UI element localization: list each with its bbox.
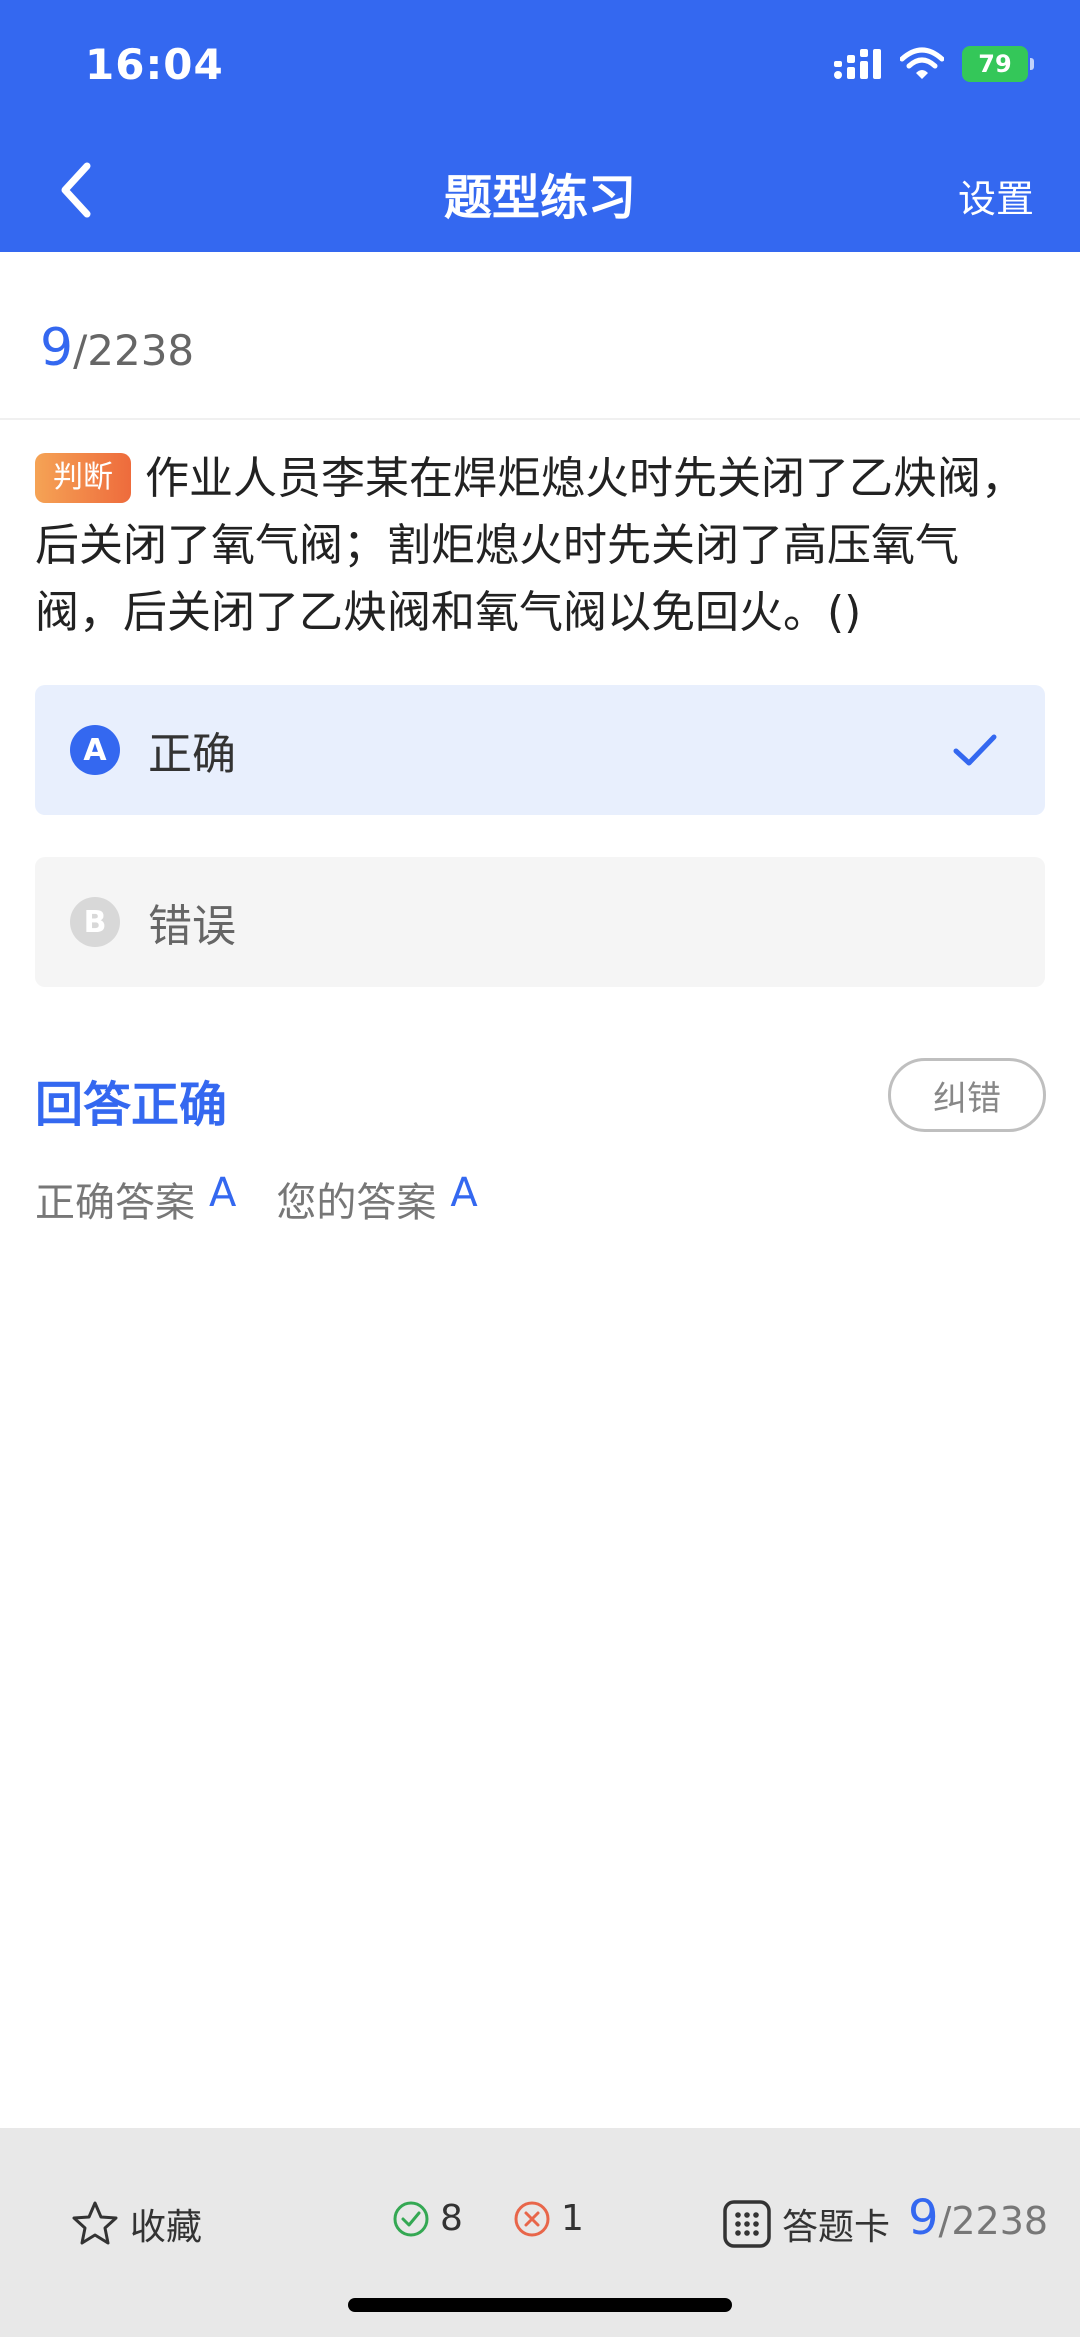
battery-icon: 79: [962, 46, 1034, 82]
wrong-count: 1: [513, 2198, 584, 2239]
bottom-progress: 9/2238: [908, 2190, 1048, 2246]
correct-answer-value: A: [209, 1170, 237, 1216]
wrong-count-value: 1: [561, 2198, 584, 2239]
divider: [0, 418, 1080, 420]
page-title: 题型练习: [443, 170, 636, 226]
battery-level: 79: [978, 50, 1012, 78]
status-icons: 79: [832, 46, 1034, 82]
option-a-letter: A: [70, 725, 120, 775]
status-time: 16:04: [85, 40, 224, 89]
option-a-text: 正确: [148, 729, 236, 780]
answer-card-label: 答题卡: [782, 2207, 891, 2248]
question: 判断 作业人员李某在焊炬熄火时先关闭了乙炔阀，后关闭了氧气阀；割炬熄火时先关闭了高…: [35, 445, 1045, 646]
correct-count-value: 8: [440, 2198, 463, 2239]
question-text: 作业人员李某在焊炬熄火时先关闭了乙炔阀，后关闭了氧气阀；割炬熄火时先关闭了高压氧…: [35, 453, 1025, 638]
option-b-letter: B: [70, 897, 120, 947]
star-icon: [72, 2201, 118, 2245]
progress-total: /2238: [73, 326, 195, 375]
correct-answer-label: 正确答案: [35, 1180, 195, 1226]
check-icon: [953, 734, 997, 766]
answer-card-button[interactable]: 答题卡: [722, 2198, 890, 2250]
option-b[interactable]: B 错误: [35, 857, 1045, 987]
favorite-button[interactable]: 收藏: [70, 2198, 202, 2250]
x-circle-icon: [514, 2201, 550, 2236]
report-error-button[interactable]: 纠错: [888, 1058, 1046, 1132]
favorite-label: 收藏: [130, 2207, 203, 2248]
option-b-text: 错误: [148, 901, 236, 952]
option-a[interactable]: A 正确: [35, 685, 1045, 815]
answer-summary: 正确答案 A 您的答案 A: [35, 1170, 518, 1228]
your-answer-value: A: [450, 1170, 478, 1216]
wifi-icon: [900, 47, 944, 79]
home-indicator: [348, 2298, 732, 2312]
question-type-badge: 判断: [35, 453, 131, 503]
your-answer-label: 您的答案: [276, 1180, 437, 1226]
bottom-progress-current: 9: [908, 2190, 939, 2246]
cellular-signal-icon: [834, 49, 881, 79]
grid-icon: [723, 2200, 771, 2248]
progress-current: 9: [40, 318, 74, 378]
correct-count: 8: [392, 2198, 463, 2239]
practice-page: 16:04 79 题型练习 设置 9/2238 判断 作业人员李某在焊炬熄火时先…: [0, 0, 1080, 2337]
check-circle-icon: [393, 2201, 429, 2236]
settings-button[interactable]: 设置: [958, 168, 1034, 223]
bottom-progress-total: /2238: [938, 2199, 1049, 2243]
header: 16:04 79 题型练习 设置: [0, 0, 1080, 252]
result-title: 回答正确: [35, 1077, 228, 1133]
question-progress: 9/2238: [40, 318, 194, 378]
